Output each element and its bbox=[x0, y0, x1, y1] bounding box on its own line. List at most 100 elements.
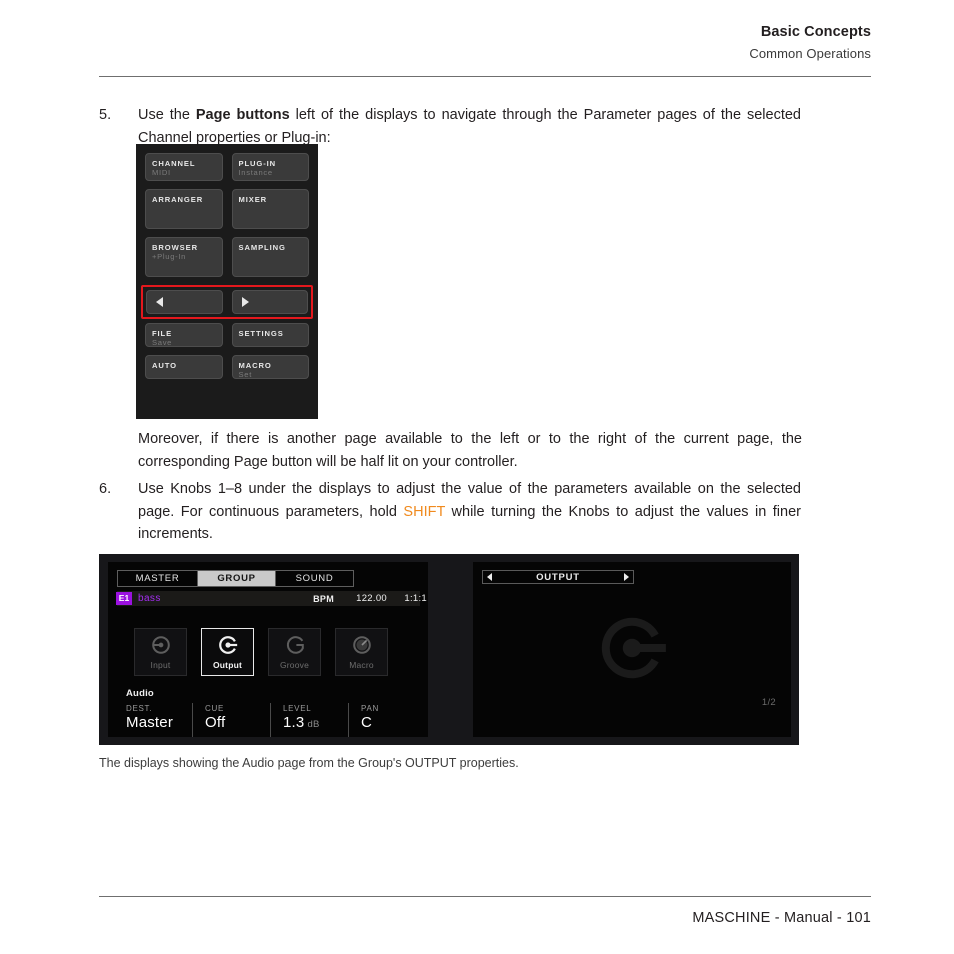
controller-button-auto[interactable]: AUTO bbox=[145, 355, 223, 379]
playback-position: 1:1:1 bbox=[404, 593, 427, 604]
triangle-right-icon bbox=[241, 297, 249, 307]
controller-button-channel[interactable]: CHANNEL MIDI bbox=[145, 153, 223, 181]
page-navigator-title: OUTPUT bbox=[536, 571, 580, 583]
controller-button-sampling[interactable]: SAMPLING bbox=[231, 237, 309, 277]
controller-button-browser-sublabel: +Plug-In bbox=[152, 252, 187, 261]
controller-button-file-sublabel: Save bbox=[152, 338, 173, 347]
group-badge: E1 bbox=[116, 592, 132, 605]
controller-button-macro-sublabel: Set bbox=[238, 370, 252, 379]
channel-property-input[interactable]: Input bbox=[134, 628, 187, 676]
controller-button-settings-label: SETTINGS bbox=[238, 329, 284, 338]
tab-master[interactable]: MASTER bbox=[118, 571, 198, 586]
controller-row-6: AUTO MACRO Set bbox=[145, 355, 309, 379]
controller-button-auto-label: AUTO bbox=[152, 361, 177, 370]
page-left-button[interactable] bbox=[146, 290, 223, 314]
channel-property-output-label: Output bbox=[212, 660, 243, 670]
step-6-number: 6. bbox=[99, 481, 112, 497]
parameter-level[interactable]: LEVEL 1.3 dB bbox=[270, 703, 348, 737]
controller-button-file[interactable]: FILE Save bbox=[145, 323, 223, 347]
controller-button-mixer-label: MIXER bbox=[238, 195, 268, 204]
parameter-level-value: 1.3 dB bbox=[283, 714, 348, 731]
controller-button-sampling-label: SAMPLING bbox=[238, 243, 286, 252]
audio-parameter-section: Audio DEST. Master CUE Off LEVEL 1.3dB bbox=[108, 688, 428, 737]
input-icon bbox=[151, 636, 170, 654]
audio-section-title: Audio bbox=[126, 688, 154, 699]
parameter-dest[interactable]: DEST. Master bbox=[108, 703, 192, 737]
footer-divider bbox=[99, 896, 871, 897]
controller-button-arranger[interactable]: ARRANGER bbox=[145, 189, 223, 229]
shift-keyword: SHIFT bbox=[403, 503, 446, 520]
page-buttons-highlight-box bbox=[141, 285, 313, 319]
channel-property-groove[interactable]: Groove bbox=[268, 628, 321, 676]
channel-property-output[interactable]: Output bbox=[201, 628, 254, 676]
controller-button-browser[interactable]: BROWSER +Plug-In bbox=[145, 237, 223, 277]
display-info-bar: E1 bass BPM 122.00 1:1:1 bbox=[116, 591, 427, 606]
parameter-pan[interactable]: PAN C bbox=[348, 703, 428, 737]
controller-button-plugin-label: PLUG-IN bbox=[238, 159, 277, 168]
channel-property-macro-label: Macro bbox=[349, 660, 374, 670]
page-header: Basic Concepts Common Operations bbox=[99, 24, 871, 61]
display-tab-bar: MASTER GROUP SOUND bbox=[117, 570, 354, 587]
header-subtitle: Common Operations bbox=[749, 46, 871, 61]
controller-row-3: BROWSER +Plug-In SAMPLING bbox=[145, 237, 309, 277]
page-count-indicator: 1/2 bbox=[761, 697, 776, 708]
page-right-button[interactable] bbox=[231, 290, 308, 314]
right-display: OUTPUT 1/2 bbox=[473, 562, 791, 737]
parameter-dest-value: Master bbox=[126, 714, 174, 731]
tab-sound[interactable]: SOUND bbox=[276, 571, 353, 586]
parameter-level-unit: dB bbox=[307, 719, 320, 730]
controller-button-arranger-label: ARRANGER bbox=[152, 195, 204, 204]
group-name: bass bbox=[138, 593, 161, 604]
parameter-pan-label: PAN bbox=[361, 704, 379, 713]
controller-button-panel-figure: CHANNEL MIDI PLUG-IN Instance ARRANGER M… bbox=[136, 144, 318, 419]
controller-button-channel-label: CHANNEL bbox=[152, 159, 196, 168]
parameter-level-label: LEVEL bbox=[283, 704, 312, 713]
controller-button-plugin-sublabel: Instance bbox=[238, 168, 273, 177]
parameter-dest-label: DEST. bbox=[126, 704, 153, 713]
tab-group[interactable]: GROUP bbox=[198, 571, 276, 586]
parameter-row: DEST. Master CUE Off LEVEL 1.3 dB PAN C bbox=[108, 703, 428, 737]
triangle-right-icon[interactable] bbox=[623, 573, 629, 581]
header-divider bbox=[99, 76, 871, 77]
channel-property-icon-row: Input Output Groove Macro bbox=[134, 628, 388, 676]
parameter-level-number: 1.3 bbox=[283, 714, 305, 731]
controller-button-mixer[interactable]: MIXER bbox=[231, 189, 309, 229]
controller-row-2: ARRANGER MIXER bbox=[145, 189, 309, 229]
step-6-text: Use Knobs 1–8 under the displays to adju… bbox=[138, 478, 801, 546]
controller-button-file-label: FILE bbox=[152, 329, 173, 338]
controller-button-settings[interactable]: SETTINGS bbox=[231, 323, 309, 347]
parameter-cue-value: Off bbox=[205, 714, 226, 731]
step-6: 6. Use Knobs 1–8 under the displays to a… bbox=[99, 478, 802, 546]
channel-property-macro[interactable]: Macro bbox=[335, 628, 388, 676]
parameter-cue[interactable]: CUE Off bbox=[192, 703, 270, 737]
groove-icon bbox=[286, 636, 304, 654]
page-buttons-row bbox=[146, 290, 308, 314]
step-5-bold-term: Page buttons bbox=[195, 107, 290, 123]
controller-row-5: FILE Save SETTINGS bbox=[145, 323, 309, 347]
footer-text: MASCHINE - Manual - 101 bbox=[692, 910, 871, 926]
channel-property-input-label: Input bbox=[150, 660, 171, 670]
controller-button-macro-label: MACRO bbox=[238, 361, 272, 370]
figure-caption: The displays showing the Audio page from… bbox=[99, 756, 519, 770]
bpm-value: 122.00 bbox=[356, 593, 387, 604]
maschine-displays-figure: MASTER GROUP SOUND E1 bass BPM 122.00 1:… bbox=[99, 554, 799, 745]
triangle-left-icon bbox=[156, 297, 163, 307]
triangle-left-icon[interactable] bbox=[487, 573, 492, 581]
bpm-label: BPM bbox=[313, 593, 334, 604]
moreover-paragraph: Moreover, if there is another page avail… bbox=[138, 431, 802, 470]
controller-button-macro[interactable]: MACRO Set bbox=[231, 355, 309, 379]
page-navigator: OUTPUT bbox=[482, 570, 634, 584]
output-icon bbox=[601, 617, 666, 679]
step-5-text-part1: Use the bbox=[138, 107, 196, 123]
channel-property-groove-label: Groove bbox=[279, 660, 310, 670]
parameter-cue-label: CUE bbox=[205, 704, 224, 713]
step-5-number: 5. bbox=[99, 107, 112, 123]
header-title: Basic Concepts bbox=[760, 24, 871, 40]
output-icon bbox=[218, 636, 237, 654]
controller-button-plugin[interactable]: PLUG-IN Instance bbox=[231, 153, 309, 181]
macro-knob-icon bbox=[352, 636, 371, 654]
manual-page: Basic Concepts Common Operations 5. Use … bbox=[0, 0, 954, 954]
controller-button-channel-sublabel: MIDI bbox=[152, 168, 171, 177]
step-5-text: Use the Page buttons left of the display… bbox=[138, 104, 801, 149]
controller-button-grid: CHANNEL MIDI PLUG-IN Instance ARRANGER M… bbox=[141, 153, 313, 387]
